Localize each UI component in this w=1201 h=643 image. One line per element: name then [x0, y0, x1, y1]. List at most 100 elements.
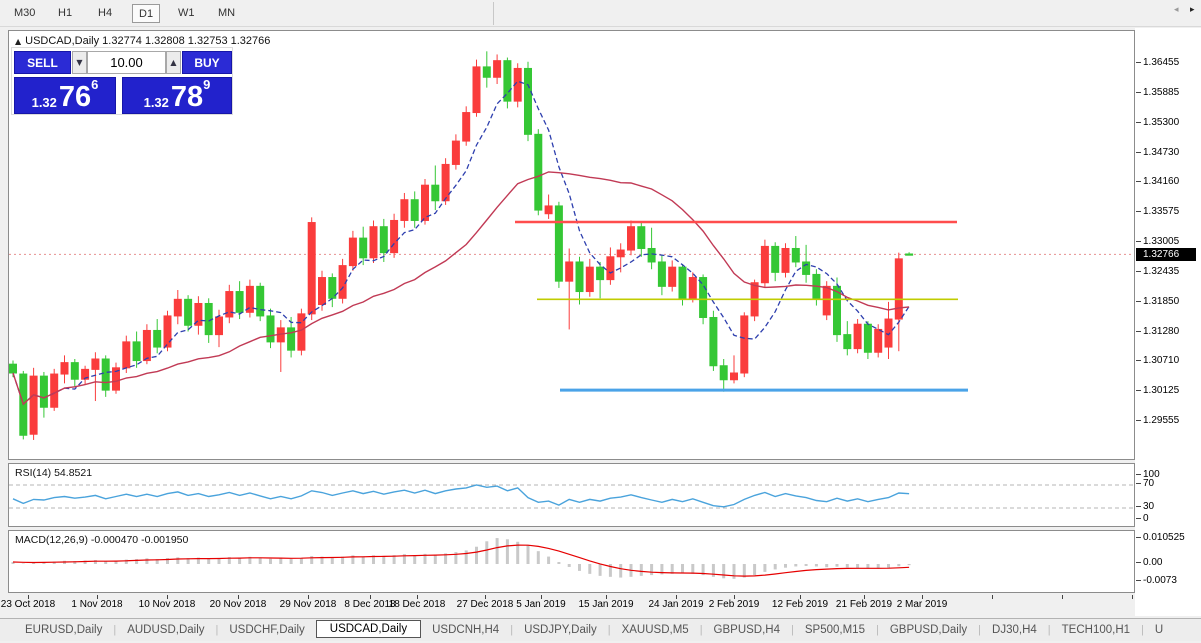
candle: [792, 236, 799, 267]
candle: [628, 220, 635, 255]
symbol-tab-usdjpy-daily[interactable]: USDJPY,Daily: [513, 622, 608, 638]
price-axis[interactable]: 1.364551.358851.353001.347301.341601.335…: [1135, 28, 1201, 616]
symbol-tab-bar: EURUSD,Daily|AUDUSD,Daily|USDCHF,DailyUS…: [0, 618, 1201, 641]
rsi-indicator-panel[interactable]: RSI(14) 54.8521: [8, 463, 1135, 527]
collapse-chart-icon[interactable]: ▲: [15, 37, 21, 46]
buy-button[interactable]: BUY: [182, 51, 232, 74]
sell-price-big: 76: [59, 84, 91, 110]
timeframe-toolbar: M30 H1 H4 D1 W1 MN: [0, 0, 1201, 27]
candle: [164, 311, 171, 351]
candle: [525, 62, 532, 141]
candle: [504, 58, 511, 109]
symbol-tab-usdcad-daily[interactable]: USDCAD,Daily: [316, 620, 421, 638]
macd-indicator-panel[interactable]: MACD(12,26,9) -0.000470 -0.001950: [8, 530, 1135, 593]
slow-ma-line: [13, 172, 909, 404]
sell-price-box[interactable]: 1.32766: [14, 77, 116, 114]
timeframe-tab-w1[interactable]: W1: [172, 4, 201, 23]
candle: [20, 371, 27, 439]
candle: [761, 240, 768, 288]
candle: [71, 359, 78, 388]
price-axis-label: 1.31850: [1143, 296, 1179, 307]
candle: [339, 259, 346, 304]
candle: [473, 60, 480, 117]
candle: [772, 242, 779, 281]
tab-scroll-left-icon[interactable]: ◂: [1174, 5, 1179, 15]
buy-price-box[interactable]: 1.32789: [122, 77, 232, 114]
candle: [401, 193, 408, 228]
candle: [844, 321, 851, 355]
candle: [51, 369, 58, 411]
candle: [483, 51, 490, 87]
timeframe-tab-mn[interactable]: MN: [212, 4, 241, 23]
price-axis-label: 1.32435: [1143, 266, 1179, 277]
price-axis-label: 1.29555: [1143, 415, 1179, 426]
symbol-tab-dj30-h4[interactable]: DJ30,H4: [981, 622, 1048, 638]
candle: [195, 296, 202, 334]
symbol-tab-xauusd-m5[interactable]: XAUUSD,M5: [611, 622, 700, 638]
candle: [422, 179, 429, 225]
volume-decrease-button[interactable]: ▼: [72, 51, 87, 74]
date-axis-label: 2 Mar 2019: [897, 599, 948, 610]
price-axis-label: 1.30125: [1143, 385, 1179, 396]
candle: [864, 321, 871, 359]
symbol-tab-eurusd-daily[interactable]: EURUSD,Daily: [14, 622, 113, 638]
symbol-tab-tech100-h1[interactable]: TECH100,H1: [1051, 622, 1141, 638]
symbol-tab-gbpusd-daily[interactable]: GBPUSD,Daily: [879, 622, 978, 638]
candle: [226, 285, 233, 323]
candle: [535, 129, 542, 215]
candle: [586, 259, 593, 297]
date-axis-label: 12 Feb 2019: [772, 599, 828, 610]
timeframe-tab-h4[interactable]: H4: [92, 4, 118, 23]
symbol-tab-sp500-m15[interactable]: SP500,M15: [794, 622, 876, 638]
timeframe-tab-m30[interactable]: M30: [8, 4, 41, 23]
tab-scroll-right-icon[interactable]: ▸: [1190, 5, 1195, 15]
candle: [102, 355, 109, 397]
date-axis-tick: [992, 595, 993, 599]
buy-price-pip: 9: [203, 78, 210, 91]
candle: [494, 54, 501, 84]
timeframe-tab-h1[interactable]: H1: [52, 4, 78, 23]
price-axis-label: 1.33575: [1143, 206, 1179, 217]
candle: [185, 295, 192, 331]
indicator-axis-label: 30: [1143, 501, 1154, 512]
indicator-axis-label: 70: [1143, 478, 1154, 489]
symbol-tab-gbpusd-h4[interactable]: GBPUSD,H4: [703, 622, 791, 638]
rsi-chart-canvas[interactable]: [9, 464, 1134, 526]
candle: [545, 195, 552, 219]
candle: [514, 63, 521, 107]
volume-increase-button[interactable]: ▲: [166, 51, 181, 74]
date-axis-label: 20 Nov 2018: [210, 599, 267, 610]
symbol-tab-usdcnh-h4[interactable]: USDCNH,H4: [421, 622, 510, 638]
main-chart-panel[interactable]: ▲ USDCAD,Daily 1.32774 1.32808 1.32753 1.…: [8, 30, 1135, 460]
trading-terminal-window: M30 H1 H4 D1 W1 MN ▲ USDCAD,Daily 1.32774 1.32…: [0, 0, 1201, 643]
indicator-axis-label: 0.00: [1143, 557, 1162, 568]
candle: [875, 324, 882, 357]
candle: [298, 309, 305, 356]
symbol-tab-audusd-daily[interactable]: AUDUSD,Daily: [116, 622, 215, 638]
timeframe-tab-d1[interactable]: D1: [132, 4, 160, 23]
buy-price-small: 1.32: [144, 95, 169, 110]
price-axis-label: 1.34160: [1143, 176, 1179, 187]
candle: [710, 311, 717, 371]
price-axis-label: 1.34730: [1143, 147, 1179, 158]
candle: [432, 165, 439, 210]
chart-title-text: USDCAD,Daily 1.32774 1.32808 1.32753 1.3…: [25, 35, 270, 47]
candle: [277, 320, 284, 372]
sell-button[interactable]: SELL: [14, 51, 71, 74]
candle: [782, 243, 789, 277]
date-axis-tick: [1132, 595, 1133, 599]
date-axis-label: 27 Dec 2018: [457, 599, 514, 610]
candle: [391, 214, 398, 258]
indicator-axis-label: 0.010525: [1143, 532, 1185, 543]
volume-input[interactable]: [87, 51, 166, 74]
candle: [607, 247, 614, 284]
candle: [329, 273, 336, 307]
symbol-tab-usdchf-daily[interactable]: USDCHF,Daily: [218, 622, 315, 638]
date-axis[interactable]: 23 Oct 20181 Nov 201810 Nov 201820 Nov 2…: [0, 595, 1135, 617]
candle: [566, 248, 573, 329]
date-axis-label: 10 Nov 2018: [139, 599, 196, 610]
candle: [113, 363, 120, 394]
price-axis-label: 1.33005: [1143, 236, 1179, 247]
candle: [257, 283, 264, 321]
symbol-tab-u[interactable]: U: [1144, 622, 1174, 638]
